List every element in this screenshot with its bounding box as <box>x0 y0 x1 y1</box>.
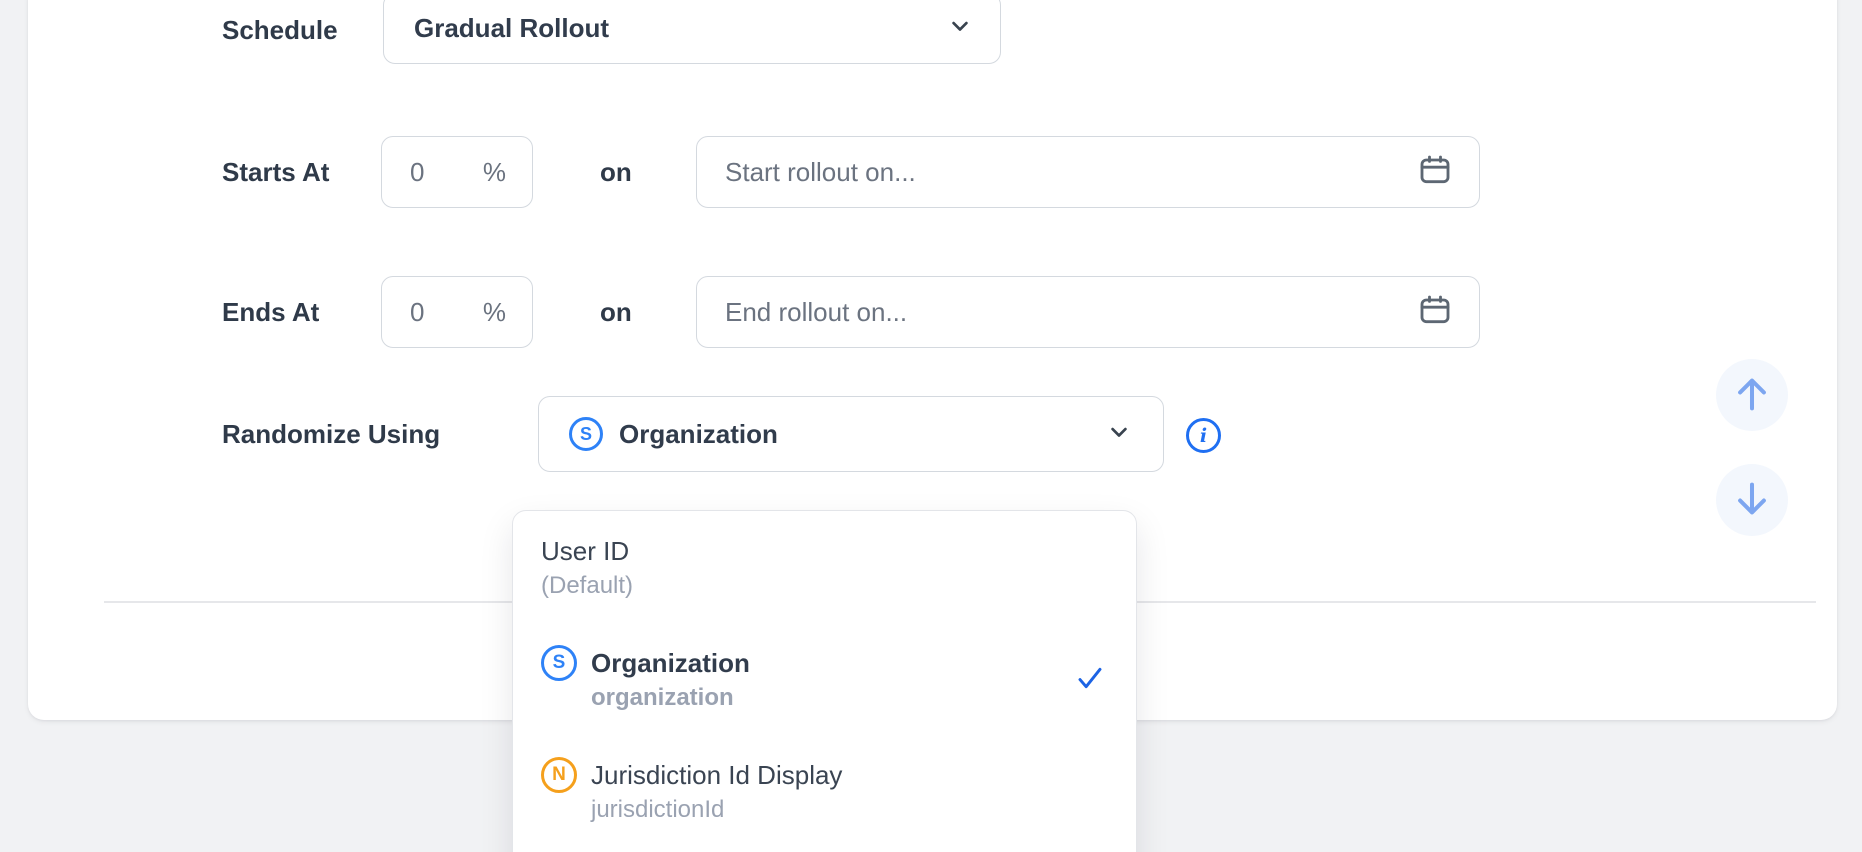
ends-at-label: Ends At <box>222 296 319 328</box>
arrow-down-icon <box>1729 476 1775 525</box>
calendar-icon[interactable] <box>1415 150 1455 195</box>
starts-at-percent-input[interactable] <box>410 157 464 188</box>
scroll-up-button[interactable] <box>1716 359 1788 431</box>
start-date-input[interactable] <box>725 157 1415 188</box>
menu-item-title: Jurisdiction Id Display <box>591 759 842 791</box>
starts-at-label: Starts At <box>222 156 329 188</box>
string-attribute-icon: S <box>541 645 577 681</box>
randomize-using-select-value: Organization <box>619 419 778 450</box>
schedule-label: Schedule <box>222 14 338 46</box>
start-date-field <box>696 136 1480 208</box>
percent-suffix: % <box>483 157 506 188</box>
menu-item-user-id[interactable]: User ID (Default) <box>541 535 1108 601</box>
starts-at-percent-field: % <box>381 136 533 208</box>
menu-item-title: User ID <box>541 535 633 567</box>
ends-at-on-label: on <box>600 296 632 328</box>
chevron-down-icon <box>1105 418 1133 451</box>
randomize-using-select[interactable]: S Organization <box>538 396 1164 472</box>
string-attribute-icon: S <box>569 417 603 451</box>
info-icon[interactable]: i <box>1186 418 1221 453</box>
menu-item-subtitle: organization <box>591 683 750 713</box>
menu-item-jurisdiction-id-display[interactable]: N Jurisdiction Id Display jurisdictionId <box>541 759 1108 825</box>
ends-at-percent-input[interactable] <box>410 297 464 328</box>
menu-item-subtitle: (Default) <box>541 571 633 601</box>
randomize-using-label: Randomize Using <box>222 418 440 450</box>
schedule-select-value: Gradual Rollout <box>414 13 609 44</box>
end-date-field <box>696 276 1480 348</box>
schedule-select[interactable]: Gradual Rollout <box>383 0 1001 64</box>
chevron-down-icon <box>946 12 974 45</box>
scroll-down-button[interactable] <box>1716 464 1788 536</box>
arrow-up-icon <box>1729 371 1775 420</box>
calendar-icon[interactable] <box>1415 290 1455 335</box>
menu-item-subtitle: jurisdictionId <box>591 795 842 825</box>
check-icon <box>1072 662 1108 699</box>
percent-suffix: % <box>483 297 506 328</box>
end-date-input[interactable] <box>725 297 1415 328</box>
page: Schedule Gradual Rollout Starts At % on <box>0 0 1862 852</box>
menu-item-organization[interactable]: S Organization organization <box>541 647 1108 713</box>
starts-at-on-label: on <box>600 156 632 188</box>
randomize-using-dropdown-menu: User ID (Default) S Organization organiz… <box>512 510 1137 852</box>
number-attribute-icon: N <box>541 757 577 793</box>
ends-at-percent-field: % <box>381 276 533 348</box>
menu-item-title: Organization <box>591 647 750 679</box>
